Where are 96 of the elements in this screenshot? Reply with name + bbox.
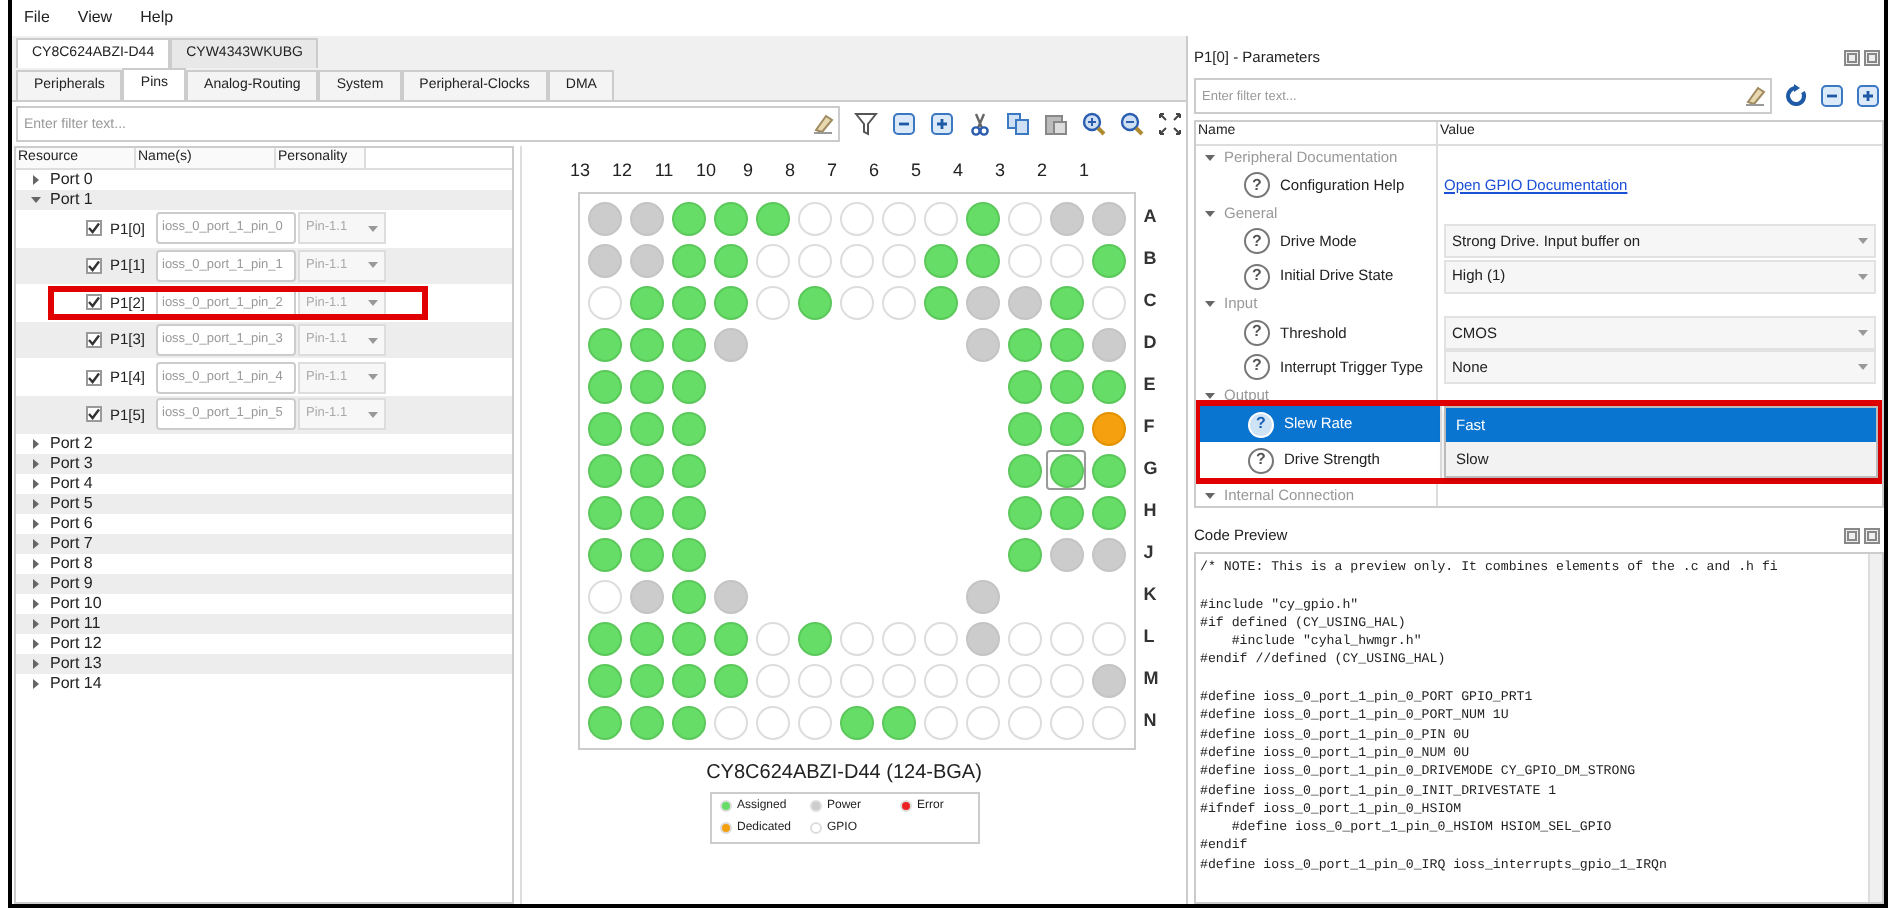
column-number: 3 [992, 158, 1007, 184]
check-icon [88, 371, 100, 384]
tree-item[interactable]: Port 0 [50, 168, 93, 192]
row-letter: N [1143, 708, 1159, 735]
tree-item[interactable]: Port 14 [50, 671, 102, 696]
caret-icon [1858, 238, 1868, 245]
caret-icon [368, 225, 378, 232]
eraser-icon[interactable] [1744, 84, 1766, 106]
check-icon [88, 408, 100, 421]
checkbox[interactable] [86, 294, 102, 311]
column-number: 6 [866, 158, 881, 184]
collapsed-arrow-icon[interactable] [30, 174, 42, 186]
help-icon[interactable]: ? [1244, 228, 1270, 255]
row-letter: D [1143, 330, 1159, 357]
expanded-arrow-icon[interactable] [1204, 489, 1216, 502]
row-letter: E [1143, 372, 1158, 399]
column-number: 11 [652, 158, 676, 184]
expanded-arrow-icon[interactable] [1204, 151, 1216, 163]
zoom-in-icon[interactable] [1082, 112, 1106, 136]
column-number: 5 [908, 158, 923, 184]
help-icon[interactable]: ? [1244, 353, 1270, 380]
tree-item[interactable]: Port 10 [50, 591, 102, 616]
tree-item[interactable]: Port 3 [50, 451, 93, 476]
help-icon[interactable]: ? [1248, 411, 1274, 438]
column-number: 7 [824, 158, 839, 184]
eraser-icon[interactable] [812, 112, 834, 134]
row-letter: M [1143, 666, 1159, 693]
caret-icon [368, 374, 378, 381]
row-letter: B [1143, 246, 1159, 273]
collapse-all-icon[interactable] [892, 112, 916, 136]
check-icon [88, 334, 100, 347]
check-icon [88, 222, 100, 235]
caret-icon [1858, 329, 1868, 336]
tree-item[interactable]: Port 5 [50, 491, 93, 516]
tree-item[interactable]: Port 7 [50, 531, 93, 556]
expanded-arrow-icon[interactable] [30, 194, 42, 206]
column-number: 8 [782, 158, 797, 184]
checkbox[interactable] [86, 220, 102, 237]
help-icon[interactable]: ? [1244, 319, 1270, 346]
caret-icon [368, 299, 378, 306]
tree-item[interactable]: Port 13 [50, 651, 102, 676]
expand-all-icon[interactable] [930, 112, 954, 136]
check-icon [88, 259, 100, 272]
checkbox[interactable] [86, 406, 102, 423]
column-number: 9 [740, 158, 755, 184]
tree-item[interactable]: Port 12 [50, 631, 102, 656]
column-number: 2 [1034, 158, 1049, 184]
menu-item[interactable]: Help [136, 6, 178, 30]
caret-icon [368, 262, 378, 269]
row-letter: G [1143, 456, 1159, 483]
package-caption: CY8C624ABZI-D44 (124-BGA) [706, 759, 984, 787]
tree-item[interactable]: Port 6 [50, 511, 93, 536]
column-number: 13 [567, 158, 592, 184]
checkbox[interactable] [86, 332, 102, 349]
column-number: 10 [693, 158, 718, 184]
expanded-arrow-icon[interactable] [1204, 298, 1216, 311]
copy-icon[interactable] [1006, 112, 1030, 136]
tree-item[interactable]: Port 9 [50, 571, 93, 596]
scrollbar[interactable] [1868, 554, 1882, 902]
check-icon [88, 296, 100, 309]
refresh-icon[interactable] [1784, 84, 1808, 108]
caret-icon [1858, 273, 1868, 279]
expand-all-icon[interactable] [1856, 84, 1880, 108]
caret-icon [368, 411, 378, 418]
row-letter: F [1143, 414, 1157, 441]
row-letter: L [1143, 624, 1157, 651]
menu-item[interactable]: View [73, 6, 117, 30]
menu-item[interactable]: File [20, 6, 54, 30]
tree-item[interactable]: Port 11 [50, 611, 101, 636]
filter-icon[interactable] [854, 112, 878, 136]
row-letter: A [1143, 204, 1159, 231]
help-icon[interactable]: ? [1244, 172, 1270, 199]
scissors-icon[interactable] [968, 112, 992, 136]
tree-item[interactable]: Port 2 [50, 431, 93, 456]
help-icon[interactable]: ? [1248, 447, 1274, 474]
paste-icon[interactable] [1044, 112, 1068, 136]
help-icon[interactable]: ? [1244, 263, 1270, 289]
collapse-all-icon[interactable] [1820, 84, 1844, 108]
checkbox[interactable] [86, 257, 102, 274]
column-number: 12 [609, 158, 634, 184]
tree-item[interactable]: Port 1 [50, 188, 93, 212]
tree-item[interactable]: Port 4 [50, 471, 93, 496]
expanded-arrow-icon[interactable] [1204, 389, 1216, 402]
row-letter: C [1143, 288, 1159, 315]
zoom-out-icon[interactable] [1120, 112, 1144, 136]
caret-icon [368, 337, 378, 344]
row-letter: J [1143, 540, 1156, 567]
column-number: 1 [1076, 158, 1091, 184]
checkbox[interactable] [86, 369, 102, 386]
expanded-arrow-icon[interactable] [1204, 207, 1216, 220]
tree-item[interactable]: Port 8 [50, 551, 93, 576]
column-number: 4 [950, 158, 965, 184]
row-letter: K [1143, 582, 1159, 609]
caret-icon [1858, 363, 1868, 370]
row-letter: H [1143, 498, 1159, 525]
fit-to-window-icon[interactable] [1158, 112, 1182, 136]
